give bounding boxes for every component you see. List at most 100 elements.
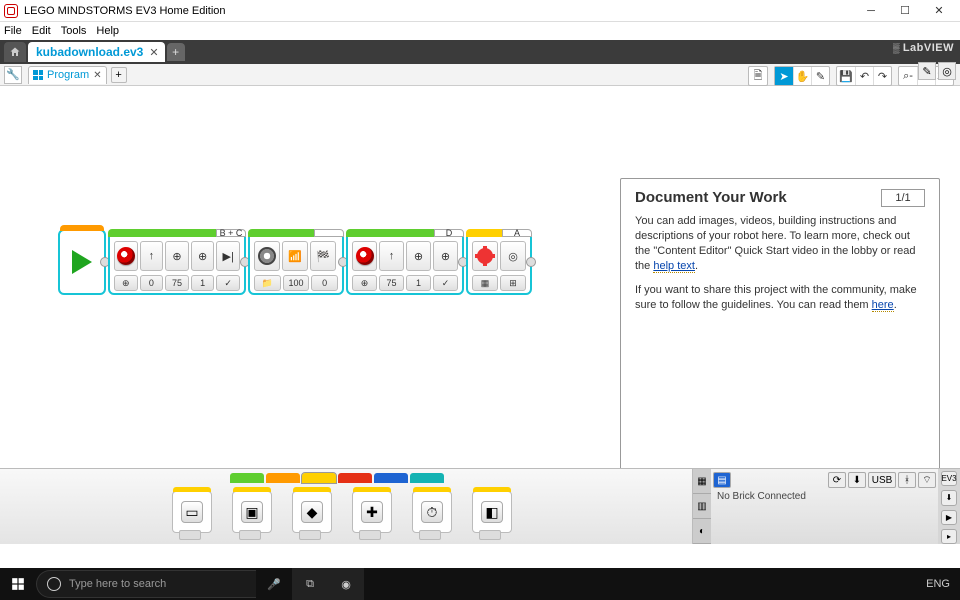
windows-taskbar: Type here to search 🎤 ⧉ ◉ ENG (0, 568, 960, 600)
mode-slot[interactable]: ▦ (472, 275, 498, 291)
close-button[interactable]: ✕ (922, 1, 956, 21)
menu-help[interactable]: Help (96, 25, 119, 37)
minimize-button[interactable]: ─ (854, 1, 888, 21)
palette-tab-action[interactable] (230, 473, 264, 483)
run-button[interactable]: ▶ (941, 510, 957, 525)
menu-file[interactable]: File (4, 25, 22, 37)
mode-slot[interactable]: ⊕ (352, 275, 377, 291)
port-label (314, 229, 344, 237)
program-chain: B + C ↑ ⊕ ⊕ ▶| ⊕ 0 75 1 ✓ 📶 (58, 229, 534, 295)
download-button[interactable]: ⬇ (848, 472, 866, 488)
run-selected-button[interactable]: ▸ (941, 529, 957, 544)
palette-item[interactable]: ◧ (472, 491, 512, 533)
palette-item[interactable]: ⏱ (412, 491, 452, 533)
add-project-tab[interactable]: + (167, 43, 185, 61)
language-indicator[interactable]: ENG (916, 578, 960, 590)
refresh-button[interactable]: ⟳ (828, 472, 846, 488)
pan-tool[interactable]: ✋ (793, 67, 811, 85)
move-steering-block[interactable]: B + C ↑ ⊕ ⊕ ▶| ⊕ 0 75 1 ✓ (108, 229, 246, 295)
steering-slot[interactable]: 0 (140, 275, 164, 291)
palette-item[interactable]: ✚ (352, 491, 392, 533)
port-label[interactable]: D (434, 229, 464, 237)
palette-tab-sensor[interactable] (302, 473, 336, 483)
hardware-side-tabs: ▦ ▥ ◐ (693, 469, 711, 544)
power-slot[interactable]: 75 (379, 275, 404, 291)
wifi-button[interactable]: ⌔ (918, 472, 936, 488)
menu-edit[interactable]: Edit (32, 25, 51, 37)
hw-tab-brick[interactable]: ▦ (693, 469, 711, 494)
palette-tab-flow[interactable] (266, 473, 300, 483)
redo-button[interactable]: ↷ (873, 67, 891, 85)
search-icon (47, 577, 61, 591)
palette-tab-myblocks[interactable] (410, 473, 444, 483)
program-tab-label: Program (47, 69, 89, 81)
guidelines-link[interactable]: here (872, 299, 894, 312)
zoom-out-button[interactable]: ⌕- (899, 67, 917, 85)
task-view-button[interactable]: ⧉ (292, 568, 328, 600)
maximize-button[interactable]: ☐ (888, 1, 922, 21)
undo-button[interactable]: ↶ (855, 67, 873, 85)
brick-status: No Brick Connected (713, 489, 936, 504)
download-run-button[interactable]: ⬇ (941, 490, 957, 505)
bluetooth-button[interactable]: ᚼ (898, 472, 916, 488)
project-tab-label: kubadownload.ev3 (36, 45, 143, 59)
hw-list-icon: ▤ (713, 472, 731, 488)
file-slot[interactable]: 📁 (254, 275, 281, 291)
play-type-slot[interactable]: 0 (311, 275, 338, 291)
app-icon (4, 4, 18, 18)
save-button[interactable]: 💾 (837, 67, 855, 85)
medium-motor-block[interactable]: D ↑ ⊕ ⊕ ⊕ 75 1 ✓ (346, 229, 464, 295)
palette-items: ▭ ▣ ◆ ✚ ⏱ ◧ (172, 491, 512, 533)
brake-slot[interactable]: ✓ (433, 275, 458, 291)
palette-item[interactable]: ▭ (172, 491, 212, 533)
display-block[interactable]: A ◎ ▦ ⊞ (466, 229, 532, 295)
port-label[interactable]: A (502, 229, 532, 237)
content-pager[interactable]: 1/1 (881, 189, 925, 207)
power-slot[interactable]: 75 (165, 275, 189, 291)
window-titlebar: LEGO MINDSTORMS EV3 Home Edition ─ ☐ ✕ (0, 0, 960, 22)
close-program-icon[interactable]: ✕ (93, 70, 101, 81)
comment-tool[interactable]: ✎ (811, 67, 829, 85)
palette-tab-advanced[interactable] (374, 473, 408, 483)
start-block[interactable] (58, 229, 106, 295)
program-canvas[interactable]: B + C ↑ ⊕ ⊕ ▶| ⊕ 0 75 1 ✓ 📶 (0, 86, 960, 468)
volume-slot[interactable]: 100 (283, 275, 310, 291)
pointer-tool[interactable]: ➤ (775, 67, 793, 85)
cortana-mic-button[interactable]: 🎤 (256, 568, 292, 600)
content-editor-toggle-button[interactable]: ◎ (938, 62, 956, 80)
palette-item[interactable]: ▣ (232, 491, 272, 533)
close-project-icon[interactable]: ✕ (149, 46, 158, 59)
content-paragraph-2: If you want to share this project with t… (635, 283, 925, 313)
rotations-slot[interactable]: 1 (191, 275, 215, 291)
hw-tab-available[interactable]: ◐ (693, 519, 711, 544)
palette-item[interactable]: ◆ (292, 491, 332, 533)
content-paragraph-1: You can add images, videos, building ins… (635, 214, 925, 273)
usb-button[interactable]: USB (868, 472, 896, 488)
rotations-slot[interactable]: 1 (406, 275, 431, 291)
home-tab[interactable] (4, 42, 26, 62)
hw-tab-ports[interactable]: ▥ (693, 494, 711, 519)
param-slot[interactable]: ⊞ (500, 275, 526, 291)
help-text-link[interactable]: help text (653, 260, 695, 273)
mode-slot[interactable]: ⊕ (114, 275, 138, 291)
brake-slot[interactable]: ✓ (216, 275, 240, 291)
program-tab-active[interactable]: Program ✕ (28, 66, 107, 84)
palette-tab-data[interactable] (338, 473, 372, 483)
hardware-toolbar: ▤ ⟳ ⬇ USB ᚼ ⌔ (713, 471, 936, 489)
hardware-panel: ▦ ▥ ◐ ▤ ⟳ ⬇ USB ᚼ ⌔ No Brick Connected E… (692, 468, 960, 544)
add-program-tab[interactable]: + (111, 67, 127, 83)
speaker-icon (254, 241, 280, 271)
document-button[interactable]: 🗎 (749, 67, 767, 85)
block-palette: ▭ ▣ ◆ ✚ ⏱ ◧ (0, 468, 692, 544)
project-settings-button[interactable]: 🔧 (4, 66, 22, 84)
taskbar-search[interactable]: Type here to search (36, 570, 256, 598)
sound-block[interactable]: 📶 🏁 📁 100 0 (248, 229, 344, 295)
menu-tools[interactable]: Tools (61, 25, 87, 37)
motor-icon (114, 241, 138, 271)
taskbar-app-ev3[interactable]: ◉ (328, 568, 364, 600)
program-tab-row: 🔧 Program ✕ + 🗎 ➤ ✋ ✎ 💾 ↶ ↷ ⌕- ⌕+ 1:1 (0, 64, 960, 86)
project-tab-active[interactable]: kubadownload.ev3 ✕ (28, 42, 165, 62)
port-label[interactable]: B + C (216, 229, 246, 237)
content-editor-edit-button[interactable]: ✎ (918, 62, 936, 80)
start-button[interactable] (0, 568, 36, 600)
